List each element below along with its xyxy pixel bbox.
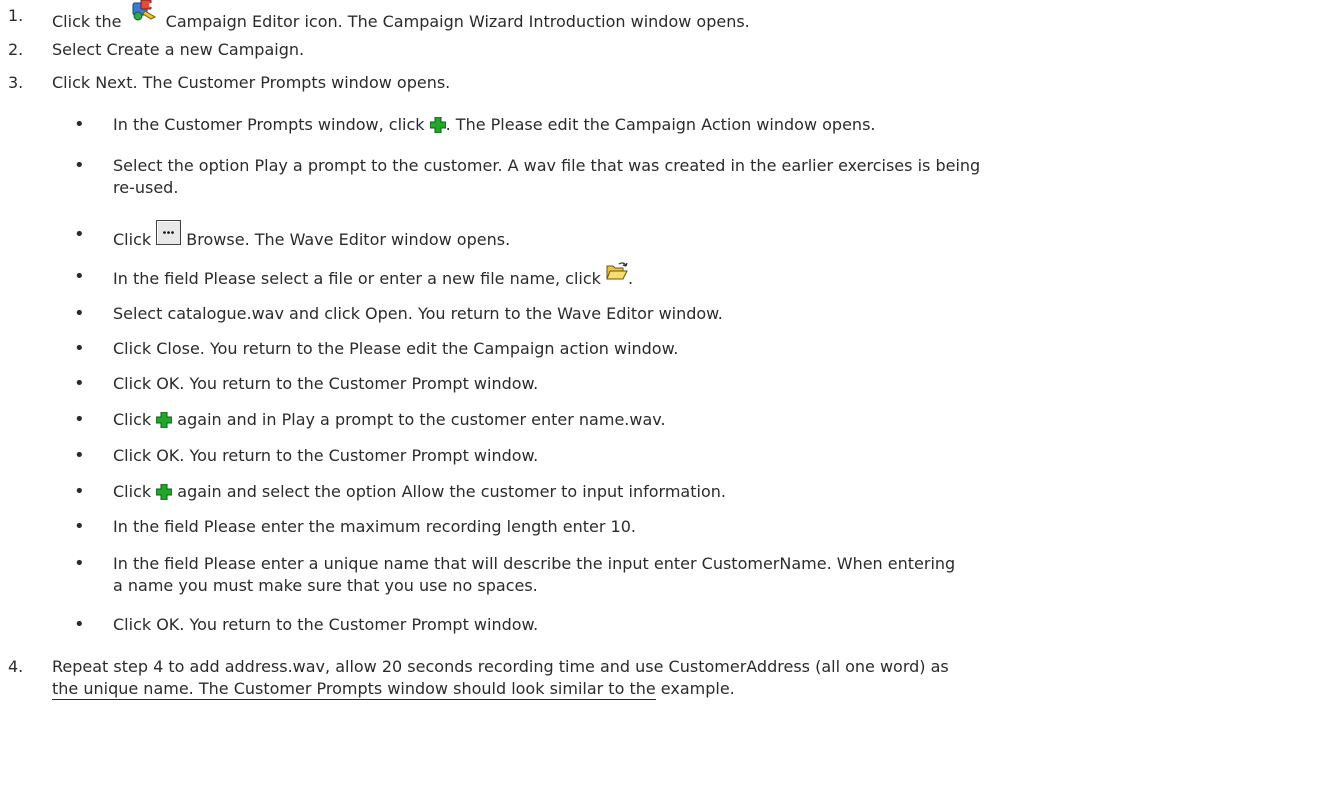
browse-button-icon <box>156 220 182 248</box>
bullet-text: again and select the option Allow the cu… <box>172 482 726 501</box>
bullet-text: Click OK. You return to the Customer Pro… <box>113 374 539 393</box>
bullet-text: Click OK. You return to the Customer Pro… <box>113 446 539 465</box>
bullet-text: In the field Please enter the maximum re… <box>113 517 636 536</box>
bullet-text: In the Customer Prompts window, click <box>113 115 430 134</box>
step-text: Click the <box>52 12 122 31</box>
step-text: Repeat step 4 to add address.wav, allow … <box>52 657 949 676</box>
bullet-text: a name you must make sure that you use n… <box>113 576 538 595</box>
green-plus-icon <box>429 117 446 133</box>
bullet-marker: • <box>74 481 85 502</box>
bullet-text: In the field Please enter a unique name … <box>113 554 956 573</box>
bullet-text: Click <box>113 230 157 249</box>
bullet-marker: • <box>74 114 85 135</box>
step-text: example. <box>655 679 735 698</box>
bullet-marker: • <box>74 614 85 635</box>
bullet-text: . The Please edit the Campaign Action wi… <box>445 115 876 134</box>
bullet-marker: • <box>74 224 85 245</box>
bullet-marker: • <box>74 338 85 359</box>
step-text: Campaign Editor icon. The Campaign Wizar… <box>165 12 750 31</box>
bullet-text: re-used. <box>113 178 179 197</box>
bullet-text: Click Close. You return to the Please ed… <box>113 339 679 358</box>
step-text: Select Create a new Campaign. <box>52 40 305 59</box>
bullet-marker: • <box>74 516 85 537</box>
step-text: Click Next. The Customer Prompts window … <box>52 73 451 92</box>
bullet-marker: • <box>74 373 85 394</box>
bullet-marker: • <box>74 155 85 176</box>
bullet-text: Select catalogue.wav and click Open. You… <box>113 304 723 323</box>
bullet-text: Browse. The Wave Editor window opens. <box>181 230 511 249</box>
bullet-marker: • <box>74 266 85 287</box>
bullet-marker: • <box>74 409 85 430</box>
bullet-marker: • <box>74 303 85 324</box>
example-link[interactable]: the unique name. The Customer Prompts wi… <box>52 679 656 700</box>
bullet-text: Click OK. You return to the Customer Pro… <box>113 615 539 634</box>
bullet-text: In the field Please select a file or ent… <box>113 269 606 288</box>
bullet-text: Select the option Play a prompt to the c… <box>113 156 981 175</box>
step-number: 4. <box>8 657 24 676</box>
instruction-document: 1. Click the Campaign Editor icon. The C… <box>0 0 1342 796</box>
step-number: 2. <box>8 40 24 59</box>
step-number: 3. <box>8 73 24 92</box>
bullet-text: . <box>627 269 634 288</box>
green-plus-icon <box>156 412 173 428</box>
green-plus-icon <box>156 484 173 500</box>
campaign-editor-icon <box>129 0 159 29</box>
bullet-marker: • <box>74 445 85 466</box>
open-folder-icon <box>606 262 628 286</box>
bullet-text: Click <box>113 410 157 429</box>
bullet-marker: • <box>74 553 85 574</box>
bullet-text: Click <box>113 482 157 501</box>
step-number: 1. <box>8 6 24 25</box>
bullet-text: again and in Play a prompt to the custom… <box>172 410 666 429</box>
